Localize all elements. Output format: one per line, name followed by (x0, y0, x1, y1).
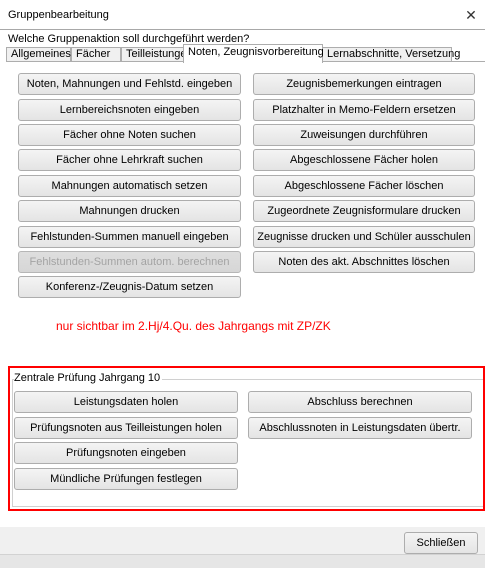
zeugnisbemerkungen-button[interactable]: Zeugnisbemerkungen eintragen (253, 73, 475, 95)
title-bar: Gruppenbearbeitung ✕ (0, 0, 485, 30)
status-bar (0, 554, 485, 568)
tab-lernabschnitte-versetzung[interactable]: Lernabschnitte, Versetzung (322, 47, 460, 62)
tab-noten-zeugnisvorbereitung[interactable]: Noten, Zeugnisvorbereitung (183, 44, 324, 63)
tab-allgemeines[interactable]: Allgemeines (6, 47, 71, 62)
muendliche-pruefungen-button[interactable]: Mündliche Prüfungen festlegen (14, 468, 238, 490)
tab-teilleistungen[interactable]: Teilleistungen (121, 47, 193, 62)
title-divider (0, 29, 485, 30)
abgeschlossene-faecher-holen-button[interactable]: Abgeschlossene Fächer holen (253, 149, 475, 171)
mahnungen-drucken-button[interactable]: Mahnungen drucken (18, 200, 241, 222)
noten-mahnungen-eingeben-button[interactable]: Noten, Mahnungen und Fehlstd. eingeben (18, 73, 241, 95)
abschluss-berechnen-button[interactable]: Abschluss berechnen (248, 391, 472, 413)
close-button[interactable]: Schließen (404, 532, 478, 554)
abschlussnoten-uebertragen-button[interactable]: Abschlussnoten in Leistungsdaten übertr. (248, 417, 472, 439)
zeugnisse-drucken-ausschulen-button[interactable]: Zeugnisse drucken und Schüler ausschulen (253, 226, 475, 248)
pruefungsnoten-eingeben-button[interactable]: Prüfungsnoten eingeben (14, 442, 238, 464)
visibility-annotation: nur sichtbar im 2.Hj/4.Qu. des Jahrgangs… (56, 319, 331, 333)
zeugnisformulare-drucken-button[interactable]: Zugeordnete Zeugnisformulare drucken (253, 200, 475, 222)
zuweisungen-durchfuehren-button[interactable]: Zuweisungen durchführen (253, 124, 475, 146)
mahnungen-automatisch-setzen-button[interactable]: Mahnungen automatisch setzen (18, 175, 241, 197)
konferenz-zeugnis-datum-button[interactable]: Konferenz-/Zeugnis-Datum setzen (18, 276, 241, 298)
lernbereichsnoten-eingeben-button[interactable]: Lernbereichsnoten eingeben (18, 99, 241, 121)
tab-faecher[interactable]: Fächer (71, 47, 121, 62)
faecher-ohne-noten-suchen-button[interactable]: Fächer ohne Noten suchen (18, 124, 241, 146)
window-title: Gruppenbearbeitung (8, 9, 109, 21)
leistungsdaten-holen-button[interactable]: Leistungsdaten holen (14, 391, 238, 413)
fehlstunden-autom-berechnen-button: Fehlstunden-Summen autom. berechnen (18, 251, 241, 273)
faecher-ohne-lehrkraft-suchen-button[interactable]: Fächer ohne Lehrkraft suchen (18, 149, 241, 171)
fehlstunden-manuell-button[interactable]: Fehlstunden-Summen manuell eingeben (18, 226, 241, 248)
noten-abschnitt-loeschen-button[interactable]: Noten des akt. Abschnittes löschen (253, 251, 475, 273)
pruefungsnoten-teilleistungen-button[interactable]: Prüfungsnoten aus Teilleistungen holen (14, 417, 238, 439)
platzhalter-ersetzen-button[interactable]: Platzhalter in Memo-Feldern ersetzen (253, 99, 475, 121)
close-icon[interactable]: ✕ (461, 5, 481, 25)
abgeschlossene-faecher-loeschen-button[interactable]: Abgeschlossene Fächer löschen (253, 175, 475, 197)
zp-group-label: Zentrale Prüfung Jahrgang 10 (14, 372, 163, 384)
